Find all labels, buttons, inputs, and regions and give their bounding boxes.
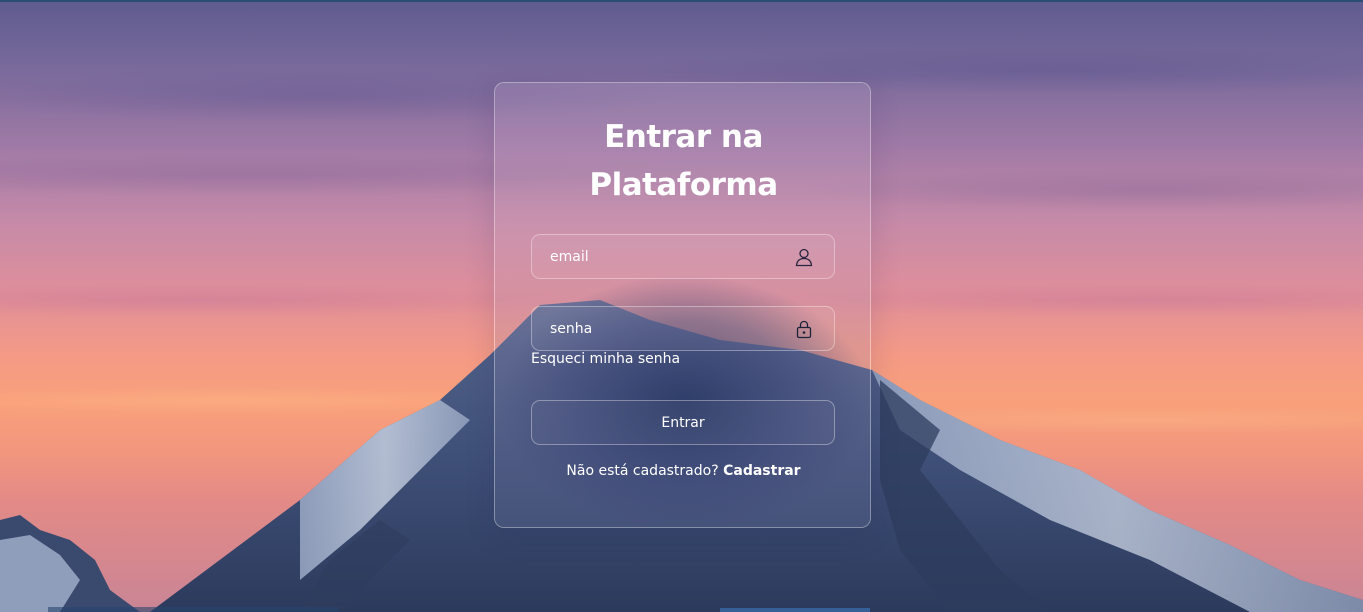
email-field-wrapper [531, 234, 835, 279]
register-prompt-text: Não está cadastrado? [566, 463, 719, 479]
title-line-1: Entrar na [604, 119, 763, 155]
email-field[interactable] [532, 235, 782, 278]
page-title: Entrar na Plataforma [495, 113, 870, 209]
bottom-bar-left [48, 607, 338, 612]
register-link[interactable]: Cadastrar [723, 463, 800, 479]
forgot-password-link[interactable]: Esqueci minha senha [531, 351, 680, 367]
password-field-wrapper [531, 306, 835, 351]
lock-icon [796, 320, 812, 339]
background-scene: Entrar na Plataforma Esqueci minha senha… [0, 0, 1363, 612]
login-button[interactable]: Entrar [531, 400, 835, 445]
register-prompt: Não está cadastrado? Cadastrar [495, 463, 870, 479]
login-card: Entrar na Plataforma Esqueci minha senha… [494, 82, 871, 528]
user-icon [795, 248, 813, 267]
password-field[interactable] [532, 307, 782, 350]
bottom-bar-right [720, 608, 870, 612]
title-line-2: Plataforma [589, 167, 778, 203]
